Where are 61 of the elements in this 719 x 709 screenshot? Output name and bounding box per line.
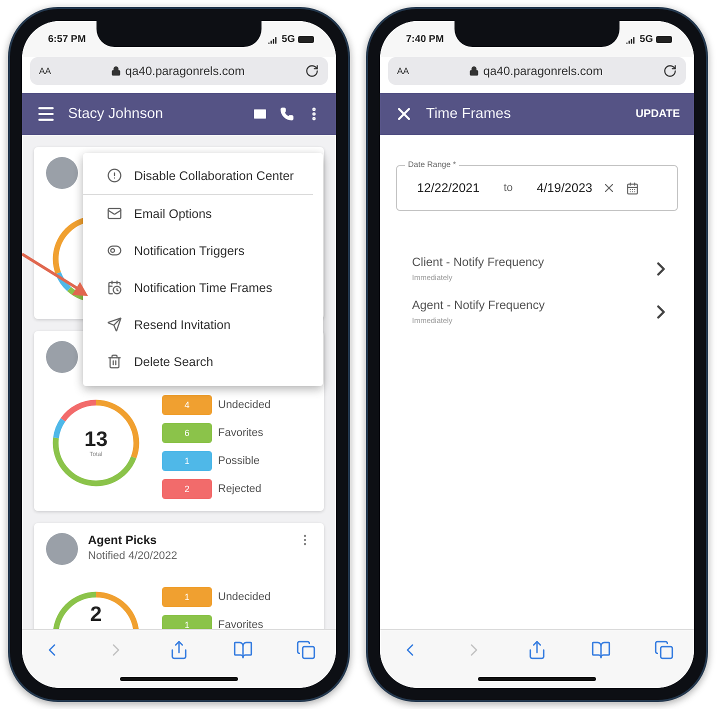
total-count: 2	[90, 603, 102, 628]
legend-label: Favorites	[218, 427, 264, 439]
text-size-button[interactable]: AA	[397, 66, 410, 76]
phone-icon[interactable]	[280, 107, 294, 121]
menu-item[interactable]: Delete Search	[83, 343, 323, 380]
avatar	[46, 157, 78, 189]
count-badge: 4	[162, 395, 212, 415]
reload-icon[interactable]	[305, 64, 319, 78]
app-bar-title: Time Frames	[426, 106, 512, 122]
menu-item-icon	[107, 280, 122, 295]
menu-item-icon	[107, 317, 122, 332]
calendar-icon[interactable]	[626, 182, 640, 194]
reload-icon[interactable]	[663, 64, 677, 78]
count-badge: 2	[162, 479, 212, 499]
total-count: 13	[84, 428, 108, 452]
address-bar[interactable]: AA qa40.paragonrels.com	[30, 57, 328, 85]
menu-item-icon	[107, 354, 122, 369]
avatar	[46, 341, 78, 373]
tabs-icon[interactable]	[296, 640, 316, 660]
card-title: Agent Picks	[88, 533, 158, 547]
app-bar-title: Stacy Johnson	[68, 106, 164, 122]
share-icon[interactable]	[527, 640, 547, 660]
legend-label: Rejected	[218, 483, 262, 495]
menu-item[interactable]: Email Options	[83, 195, 323, 232]
count-badge: 6	[162, 423, 212, 443]
status-time: 6:57 PM	[48, 34, 86, 44]
count-badge: 1	[162, 451, 212, 471]
book-icon[interactable]	[590, 640, 610, 660]
status-time: 7:40 PM	[406, 34, 444, 44]
network-label: 5G	[282, 34, 295, 44]
setting-title: Agent - Notify Frequency	[412, 298, 546, 312]
menu-item-icon	[107, 168, 122, 183]
address-bar[interactable]: AA qa40.paragonrels.com	[388, 57, 686, 85]
legend-label: Possible	[218, 455, 260, 467]
menu-item-icon	[107, 243, 122, 258]
battery-icon	[656, 36, 672, 42]
menu-item[interactable]: Notification Time Frames	[83, 269, 323, 306]
network-label: 5G	[640, 34, 653, 44]
menu-icon[interactable]	[36, 104, 56, 124]
menu-item-icon	[107, 206, 122, 221]
count-badge: 1	[162, 615, 212, 629]
legend-label: Favorites	[218, 619, 264, 629]
lock-icon	[111, 66, 122, 76]
menu-item[interactable]: Notification Triggers	[83, 232, 323, 269]
lock-icon	[469, 66, 480, 76]
setting-title: Client - Notify Frequency	[412, 255, 546, 269]
share-icon[interactable]	[169, 640, 189, 660]
menu-item[interactable]: Resend Invitation	[83, 306, 323, 343]
url-text: qa40.paragonrels.com	[125, 64, 245, 78]
legend-label: Undecided	[218, 591, 271, 603]
legend-label: Undecided	[218, 399, 271, 411]
battery-icon	[298, 36, 314, 42]
book-icon[interactable]	[232, 640, 252, 660]
url-text: qa40.paragonrels.com	[483, 64, 603, 78]
tabs-icon[interactable]	[654, 640, 674, 660]
count-badge: 1	[162, 587, 212, 607]
text-size-button[interactable]: AA	[39, 66, 52, 76]
avatar	[46, 533, 78, 565]
update-button[interactable]: UPDATE	[636, 108, 680, 120]
card-subtitle: Notified 4/20/2022	[88, 550, 178, 562]
menu-item[interactable]: Disable Collaboration Center	[83, 157, 313, 195]
